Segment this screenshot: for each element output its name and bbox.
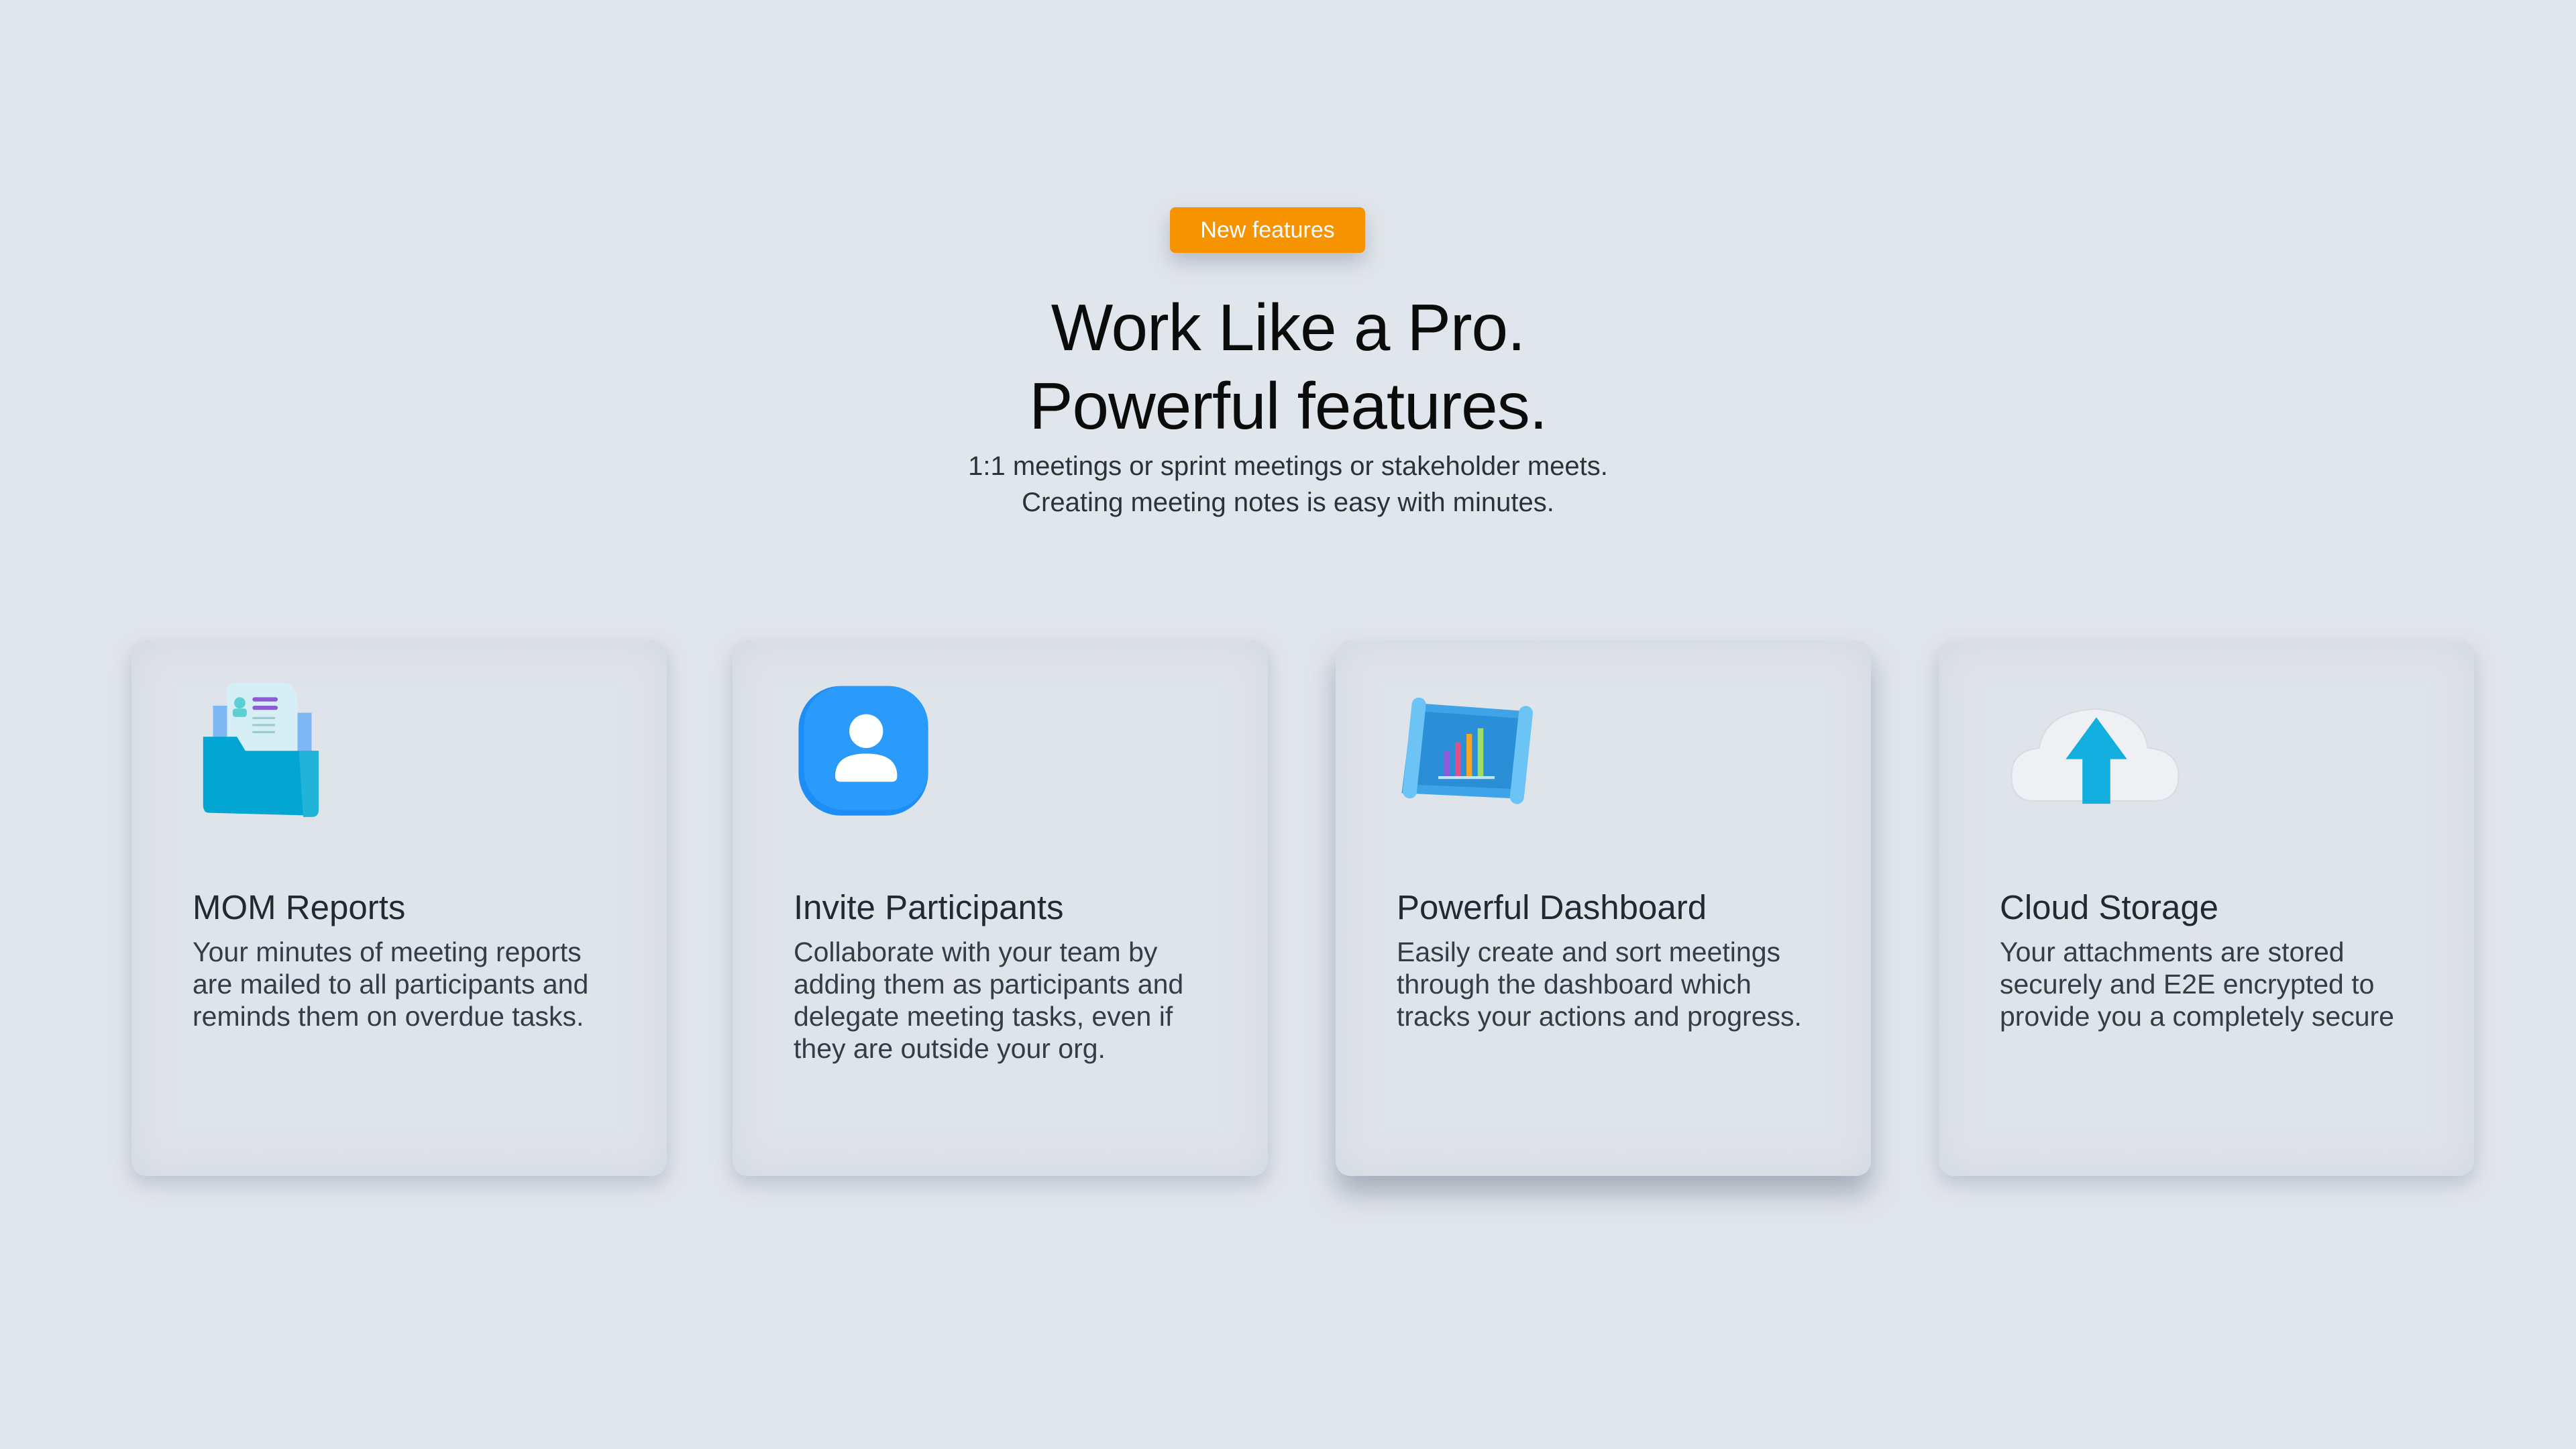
user-icon — [798, 686, 928, 816]
folder-report-icon — [203, 683, 319, 817]
title-line-2: Powerful features. — [1029, 369, 1548, 443]
subtitle-line-1: 1:1 meetings or sprint meetings or stake… — [968, 451, 1608, 481]
feature-card-mom-reports[interactable]: MOM Reports Your minutes of meeting repo… — [131, 641, 667, 1176]
dashboard-chart-icon — [1401, 697, 1533, 804]
cloud-upload-icon — [2010, 708, 2180, 804]
card-description: Your minutes of meeting reports are mail… — [193, 936, 589, 1032]
feature-card-invite-participants[interactable]: Invite Participants Collaborate with you… — [733, 641, 1268, 1176]
title-line-1: Work Like a Pro. — [1051, 290, 1526, 364]
card-description: Collaborate with your team by adding the… — [794, 936, 1184, 1064]
page-subtitle: 1:1 meetings or sprint meetings or stake… — [0, 448, 2576, 521]
feature-card-powerful-dashboard[interactable]: Powerful Dashboard Easily create and sor… — [1336, 641, 1871, 1176]
card-title: Cloud Storage — [2000, 888, 2219, 926]
feature-card-cloud-storage[interactable]: Cloud Storage Your attachments are store… — [1939, 641, 2474, 1176]
card-description: Your attachments are stored securely and… — [2000, 936, 2394, 1032]
card-title: Invite Participants — [794, 888, 1064, 926]
page-title: Work Like a Pro. Powerful features. — [0, 288, 2576, 445]
subtitle-line-2: Creating meeting notes is easy with minu… — [1022, 488, 1554, 517]
card-title: Powerful Dashboard — [1397, 888, 1707, 926]
new-features-badge[interactable]: New features — [1170, 207, 1365, 253]
card-title: MOM Reports — [193, 888, 406, 926]
card-description: Easily create and sort meetings through … — [1397, 936, 1802, 1032]
